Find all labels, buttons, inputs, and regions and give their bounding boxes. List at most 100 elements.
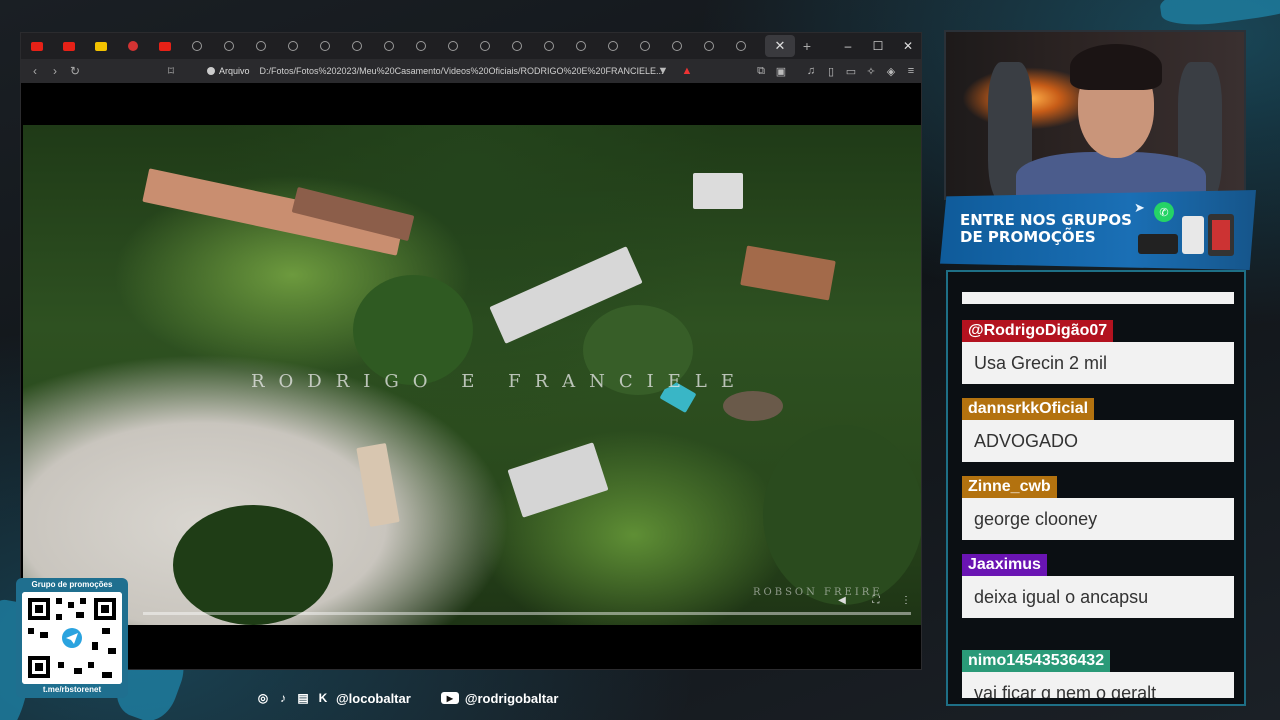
globe-icon	[544, 41, 554, 51]
back-icon[interactable]: ‹	[25, 61, 45, 81]
tab-strip: ✕ + – ☐ ✕	[21, 33, 921, 59]
site-info[interactable]: Arquivo	[207, 66, 250, 76]
url-scheme-label: Arquivo	[219, 66, 250, 76]
video-progress-bar[interactable]	[143, 612, 911, 615]
browser-tab[interactable]	[373, 33, 405, 59]
photographer-watermark: ROBSON FREIRE	[753, 587, 883, 598]
stream-overlay: ✕ + – ☐ ✕ ‹ › ↻ ⌑ Arquivo D:/Fotos/Fotos…	[0, 0, 1280, 720]
brave-rewards-icon[interactable]: ▲	[677, 61, 697, 81]
chat-message-text: Usa Grecin 2 mil	[962, 342, 1234, 384]
browser-tab[interactable]	[309, 33, 341, 59]
browser-tab[interactable]	[213, 33, 245, 59]
promo-line-2: DE PROMOÇÕES	[960, 228, 1096, 246]
more-options-icon[interactable]: ⋮	[899, 595, 913, 606]
browser-tab[interactable]	[53, 33, 85, 59]
browser-tab[interactable]	[693, 33, 725, 59]
reload-icon[interactable]: ↻	[65, 61, 85, 81]
browser-tab[interactable]	[149, 33, 181, 59]
globe-icon	[512, 41, 522, 51]
browser-tab[interactable]	[469, 33, 501, 59]
minimize-button[interactable]: –	[833, 33, 863, 59]
browser-tab[interactable]	[277, 33, 309, 59]
chat-message: Jaaximus deixa igual o ancapsu	[962, 554, 1234, 618]
globe-icon	[192, 41, 202, 51]
chat-message-text: george clooney	[962, 498, 1234, 540]
forward-icon[interactable]: ›	[45, 61, 65, 81]
volume-icon[interactable]: ◀	[835, 595, 849, 606]
globe-icon	[352, 41, 362, 51]
close-tab-icon[interactable]: ✕	[775, 38, 786, 54]
maximize-button[interactable]: ☐	[863, 33, 893, 59]
webcam-feed	[944, 30, 1246, 200]
chat-message: dannsrkkOficial ADVOGADO	[962, 398, 1234, 462]
browser-tab[interactable]	[181, 33, 213, 59]
screenshot-icon[interactable]: ▣	[771, 61, 791, 81]
tree-canopy	[173, 505, 333, 625]
tiktok-icon: ♪	[280, 691, 286, 705]
new-tab-button[interactable]: +	[795, 38, 819, 54]
promo-line-1: ENTRE NOS GRUPOS	[960, 211, 1132, 229]
gaming-gear-illustration	[1138, 214, 1234, 256]
menu-icon[interactable]: ≡	[901, 61, 921, 81]
video-player[interactable]: RODRIGO E FRANCIELE ROBSON FREIRE ◀ ⛶ ⋮	[23, 125, 921, 625]
globe-icon	[256, 41, 266, 51]
youtube-icon	[159, 41, 171, 51]
extension-puzzle-icon[interactable]: ⧉	[751, 61, 771, 81]
youtube-icon: ▶	[440, 692, 459, 704]
building-roof	[693, 173, 743, 209]
streamer-hair	[1070, 44, 1162, 90]
hut-roof	[723, 391, 783, 421]
browser-window: ✕ + – ☐ ✕ ‹ › ↻ ⌑ Arquivo D:/Fotos/Fotos…	[20, 32, 922, 670]
browser-tab[interactable]	[341, 33, 373, 59]
instagram-icon: ◎	[257, 691, 269, 705]
chat-username[interactable]: Zinne_cwb	[962, 476, 1057, 498]
address-bar[interactable]: Arquivo D:/Fotos/Fotos%202023/Meu%20Casa…	[207, 61, 691, 81]
grunge-decoration	[1157, 0, 1280, 31]
wallet-icon[interactable]: ▭	[841, 61, 861, 81]
browser-toolbar: ‹ › ↻ ⌑ Arquivo D:/Fotos/Fotos%202023/Me…	[21, 59, 921, 83]
tree-canopy	[763, 425, 921, 605]
globe-icon	[288, 41, 298, 51]
vpn-icon[interactable]: ◈	[881, 61, 901, 81]
brave-shield-icon[interactable]: ▼	[653, 61, 673, 81]
qr-promo-box: Grupo de promoções t.me/rbstorenet	[16, 578, 128, 698]
browser-tab[interactable]	[21, 33, 53, 59]
browser-tab[interactable]	[565, 33, 597, 59]
browser-tab[interactable]	[501, 33, 533, 59]
browser-tab[interactable]	[245, 33, 277, 59]
sidebar-icon[interactable]: ▯	[821, 61, 841, 81]
handle-rodrigobaltar: @rodrigobaltar	[464, 690, 559, 706]
chat-username[interactable]: @RodrigoDigão07	[962, 320, 1114, 342]
red-site-icon	[128, 41, 138, 51]
globe-icon	[704, 41, 714, 51]
social-handles: ◎ ♪ ▤ K @locobaltar ▶ @rodrigobaltar	[256, 688, 559, 708]
url-text: D:/Fotos/Fotos%202023/Meu%20Casamento/Vi…	[259, 66, 664, 76]
browser-tab[interactable]	[85, 33, 117, 59]
youtube-icon	[31, 41, 43, 51]
chat-panel: @RodrigoDigão07 Usa Grecin 2 mil dannsrkkO…	[946, 270, 1246, 706]
yellow-app-icon	[95, 41, 107, 51]
bookmark-icon[interactable]: ⌑	[161, 61, 181, 81]
fullscreen-icon[interactable]: ⛶	[869, 595, 883, 606]
browser-tab[interactable]	[117, 33, 149, 59]
media-icon[interactable]: ♫	[801, 61, 821, 81]
browser-tab[interactable]	[533, 33, 565, 59]
browser-tab[interactable]	[405, 33, 437, 59]
active-tab[interactable]: ✕	[765, 35, 795, 57]
handle-locobaltar: @locobaltar	[336, 690, 411, 706]
browser-tab[interactable]	[725, 33, 757, 59]
browser-tab[interactable]	[661, 33, 693, 59]
browser-tab[interactable]	[597, 33, 629, 59]
kick-icon: K	[318, 691, 328, 705]
chat-message-text: vai ficar g nem o geralt	[962, 672, 1234, 698]
globe-icon	[576, 41, 586, 51]
qr-code	[22, 592, 122, 684]
chat-username[interactable]: dannsrkkOficial	[962, 398, 1095, 420]
leo-ai-icon[interactable]: ✧	[861, 61, 881, 81]
video-title-overlay: RODRIGO E FRANCIELE	[251, 371, 749, 392]
browser-tab[interactable]	[629, 33, 661, 59]
chat-username[interactable]: nimo14543536432	[962, 650, 1111, 672]
browser-tab[interactable]	[437, 33, 469, 59]
close-window-button[interactable]: ✕	[893, 33, 923, 59]
chat-username[interactable]: Jaaximus	[962, 554, 1047, 576]
